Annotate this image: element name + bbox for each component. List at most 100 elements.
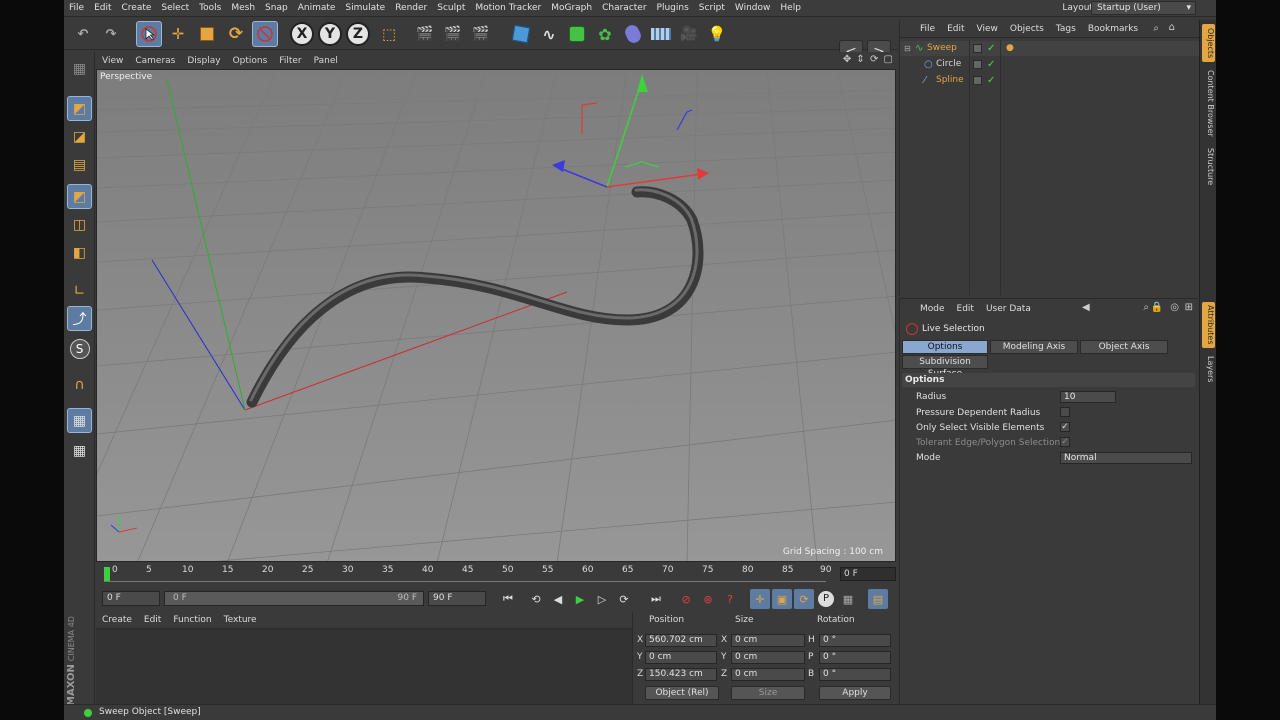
- previous-frame-icon[interactable]: ◀: [548, 589, 568, 609]
- viewport-menu-options[interactable]: Options: [227, 56, 274, 66]
- editor-visibility-toggle[interactable]: [973, 76, 982, 85]
- record-point-level-icon[interactable]: ▦: [838, 589, 858, 609]
- polygons-mode-icon[interactable]: ◧: [67, 240, 92, 265]
- object-row-sweep[interactable]: ⊟ ∿ Sweep ✓ ●: [900, 41, 1199, 56]
- deformer-icon[interactable]: [620, 21, 646, 47]
- enabled-check-icon[interactable]: ✓: [987, 57, 995, 72]
- menu-motion-tracker[interactable]: Motion Tracker: [470, 3, 546, 13]
- redo-icon[interactable]: ↷: [98, 21, 124, 47]
- object-menu-objects[interactable]: Objects: [1004, 24, 1050, 34]
- attribute-menu-edit[interactable]: Edit: [951, 304, 980, 314]
- object-menu-bookmarks[interactable]: Bookmarks: [1082, 24, 1144, 34]
- viewport-menu-view[interactable]: View: [96, 56, 129, 66]
- live-selection-tool[interactable]: [136, 21, 162, 47]
- rotation-b-field[interactable]: 0 °: [819, 668, 891, 681]
- edges-mode-icon[interactable]: ◫: [67, 212, 92, 237]
- tolerant-selection-checkbox[interactable]: ✓: [1060, 437, 1070, 447]
- z-axis-lock[interactable]: Z: [346, 22, 370, 46]
- render-view-icon[interactable]: 🎬: [412, 21, 438, 47]
- subdivision-surface-icon[interactable]: [564, 21, 590, 47]
- y-axis-lock[interactable]: Y: [318, 22, 342, 46]
- spline-pen-icon[interactable]: ∿: [536, 21, 562, 47]
- perspective-viewport[interactable]: Perspective Grid Spacing : 100 cm: [96, 69, 896, 562]
- model-mode-icon[interactable]: ◩: [67, 96, 92, 121]
- menu-select[interactable]: Select: [156, 3, 194, 13]
- cube-icon[interactable]: [508, 21, 534, 47]
- menu-window[interactable]: Window: [730, 3, 776, 13]
- axis-mode-icon[interactable]: ∟: [67, 278, 92, 303]
- visible-elements-checkbox[interactable]: ✓: [1060, 422, 1070, 432]
- menu-tools[interactable]: Tools: [194, 3, 226, 13]
- tab-modeling-axis[interactable]: Modeling Axis: [990, 340, 1078, 354]
- next-key-icon[interactable]: ⟳: [614, 589, 634, 609]
- tab-object-axis[interactable]: Object Axis: [1080, 340, 1168, 354]
- menu-animate[interactable]: Animate: [293, 3, 341, 13]
- object-manager-home-icon[interactable]: ⌂: [1169, 22, 1175, 33]
- viewport-navigation-icons[interactable]: ✥ ⇕ ⟳ ▢: [843, 54, 894, 65]
- cloner-icon[interactable]: ✿: [592, 21, 618, 47]
- locked-workplane-icon[interactable]: ▦: [67, 408, 92, 433]
- object-row-spline[interactable]: ⁄ Spline ✓: [900, 73, 1199, 88]
- play-icon[interactable]: ▶: [570, 589, 590, 609]
- object-menu-tags[interactable]: Tags: [1050, 24, 1082, 34]
- scale-tool-icon[interactable]: [194, 21, 220, 47]
- record-rotation-icon[interactable]: ⟳: [794, 589, 814, 609]
- coordinate-mode-select[interactable]: Object (Rel): [645, 686, 719, 700]
- material-menu-function[interactable]: Function: [167, 615, 217, 625]
- tab-structure[interactable]: Structure: [1202, 144, 1215, 190]
- points-mode-icon[interactable]: ◩: [67, 184, 92, 209]
- next-frame-icon[interactable]: ▷: [592, 589, 612, 609]
- tab-options[interactable]: Options: [902, 340, 988, 354]
- snap-icon[interactable]: S: [67, 336, 92, 361]
- start-frame-field[interactable]: 0 F: [102, 591, 160, 606]
- recent-tool-icon[interactable]: [252, 21, 278, 47]
- coordinate-system-icon[interactable]: ⬚: [376, 21, 402, 47]
- menu-file[interactable]: File: [64, 3, 89, 13]
- menu-character[interactable]: Character: [597, 3, 651, 13]
- keyframe-selection-icon[interactable]: ?: [720, 589, 740, 609]
- material-menu-create[interactable]: Create: [96, 615, 138, 625]
- record-parameter-icon[interactable]: P: [816, 589, 836, 609]
- autokey-icon[interactable]: ⊛: [698, 589, 718, 609]
- range-slider[interactable]: 0 F 90 F: [164, 591, 424, 606]
- object-manager-search-icon[interactable]: ⌕: [1153, 23, 1159, 34]
- size-z-field[interactable]: 0 cm: [731, 668, 805, 681]
- tab-subdivision-surface[interactable]: Subdivision Surface: [902, 355, 988, 379]
- expand-toggle-icon[interactable]: ⊟: [904, 41, 911, 56]
- undo-icon[interactable]: ↶: [70, 21, 96, 47]
- material-menu-edit[interactable]: Edit: [138, 615, 167, 625]
- rotation-h-field[interactable]: 0 °: [819, 634, 891, 647]
- menu-render[interactable]: Render: [390, 3, 432, 13]
- make-editable-icon[interactable]: ▦: [67, 56, 92, 81]
- back-arrow-icon[interactable]: ◀: [1082, 302, 1090, 313]
- rotate-tool-icon[interactable]: ⟳: [223, 21, 249, 47]
- move-tool-icon[interactable]: ✛: [165, 21, 191, 47]
- camera-icon[interactable]: 🎥: [676, 21, 702, 47]
- viewport-menu-filter[interactable]: Filter: [273, 56, 307, 66]
- menu-mesh[interactable]: Mesh: [226, 3, 260, 13]
- attribute-settings-icon[interactable]: ◎: [1170, 302, 1179, 313]
- viewport-menu-display[interactable]: Display: [181, 56, 226, 66]
- viewport-menu-panel[interactable]: Panel: [308, 56, 344, 66]
- record-scale-icon[interactable]: ▣: [772, 589, 792, 609]
- position-z-field[interactable]: 150.423 cm: [645, 668, 717, 681]
- floor-icon[interactable]: [648, 21, 674, 47]
- current-frame-field[interactable]: 0 F: [840, 567, 896, 581]
- timeline-playhead[interactable]: [104, 567, 110, 581]
- tab-content-browser[interactable]: Content Browser: [1202, 66, 1215, 140]
- enabled-check-icon[interactable]: ✓: [987, 73, 995, 88]
- workplane-mode-icon[interactable]: ▤: [67, 152, 92, 177]
- tab-objects[interactable]: Objects: [1202, 24, 1215, 62]
- object-menu-edit[interactable]: Edit: [941, 24, 970, 34]
- radius-field[interactable]: 10: [1060, 391, 1116, 403]
- record-position-icon[interactable]: ✛: [750, 589, 770, 609]
- position-y-field[interactable]: 0 cm: [645, 651, 717, 664]
- go-to-start-icon[interactable]: ⏮: [498, 589, 518, 609]
- layout-select[interactable]: Startup (User): [1091, 1, 1196, 15]
- go-to-end-icon[interactable]: ⏭: [646, 589, 666, 609]
- previous-key-icon[interactable]: ⟲: [526, 589, 546, 609]
- light-icon[interactable]: 💡: [704, 21, 730, 47]
- object-list[interactable]: ⊟ ∿ Sweep ✓ ● ○ Circle ✓ ⁄ Spline ✓: [900, 39, 1199, 295]
- menu-script[interactable]: Script: [694, 3, 730, 13]
- object-menu-view[interactable]: View: [971, 24, 1004, 34]
